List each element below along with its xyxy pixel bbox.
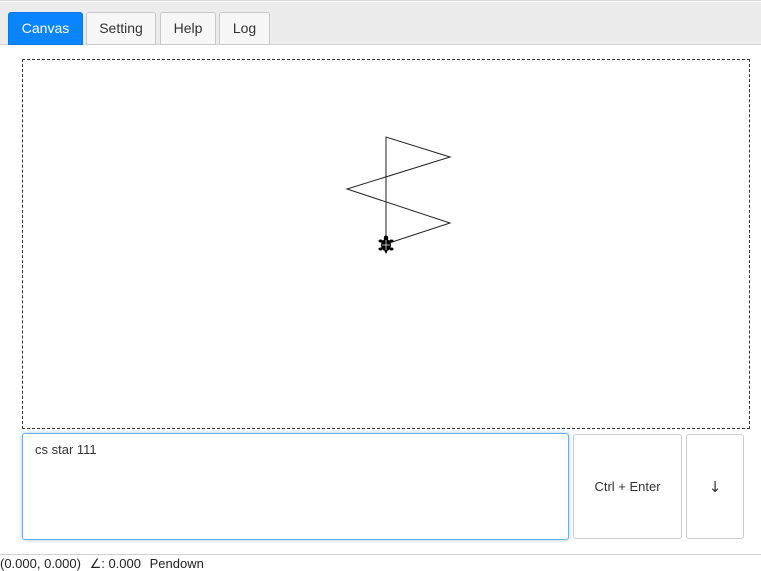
history-down-button[interactable]: ↓ [686,434,744,539]
app-window: Canvas Setting Help Log cs star 111 Ctrl… [0,0,761,556]
status-divider [0,554,761,555]
status-bar: (0.000, 0.000) ∠: 0.000 Pendown [0,557,209,571]
tab-bar: Canvas Setting Help Log [0,2,761,45]
command-input[interactable]: cs star 111 [22,433,569,540]
pen-state: Pendown [149,556,204,571]
heading-readout: ∠: 0.000 [89,556,141,571]
tab-canvas[interactable]: Canvas [8,12,83,45]
tab-setting[interactable]: Setting [86,12,156,45]
tab-help[interactable]: Help [160,12,216,45]
turtle-canvas[interactable] [22,59,750,429]
tab-log[interactable]: Log [219,12,270,45]
run-button[interactable]: Ctrl + Enter [573,434,682,539]
star-path [345,136,452,245]
turtle-icon [378,235,394,254]
position-readout: (0.000, 0.000) [0,556,81,571]
drawing-surface [345,136,452,254]
